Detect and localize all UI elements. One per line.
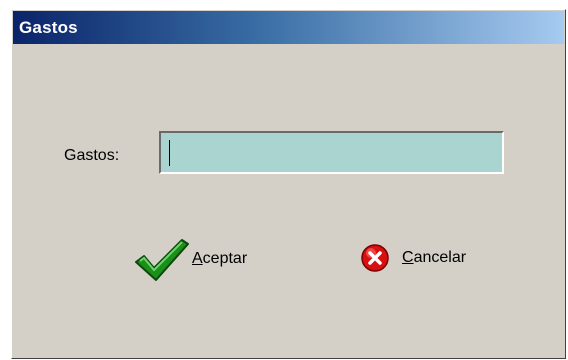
- cancel-button-label: Cancelar: [402, 249, 467, 266]
- gastos-label: Gastos:: [64, 147, 120, 164]
- gastos-input[interactable]: [159, 131, 504, 174]
- checkmark-icon: [135, 239, 189, 281]
- cancel-x-icon: [361, 244, 389, 272]
- cancel-button[interactable]: Cancelar: [360, 243, 466, 273]
- text-caret: [169, 140, 170, 166]
- window-title: Gastos: [19, 18, 78, 37]
- gastos-dialog: Gastos Gastos: Aceptar Cancelar: [11, 9, 566, 359]
- accept-button-label: Aceptar: [192, 250, 248, 267]
- accept-button[interactable]: Aceptar: [134, 236, 247, 282]
- title-bar[interactable]: Gastos: [13, 11, 564, 44]
